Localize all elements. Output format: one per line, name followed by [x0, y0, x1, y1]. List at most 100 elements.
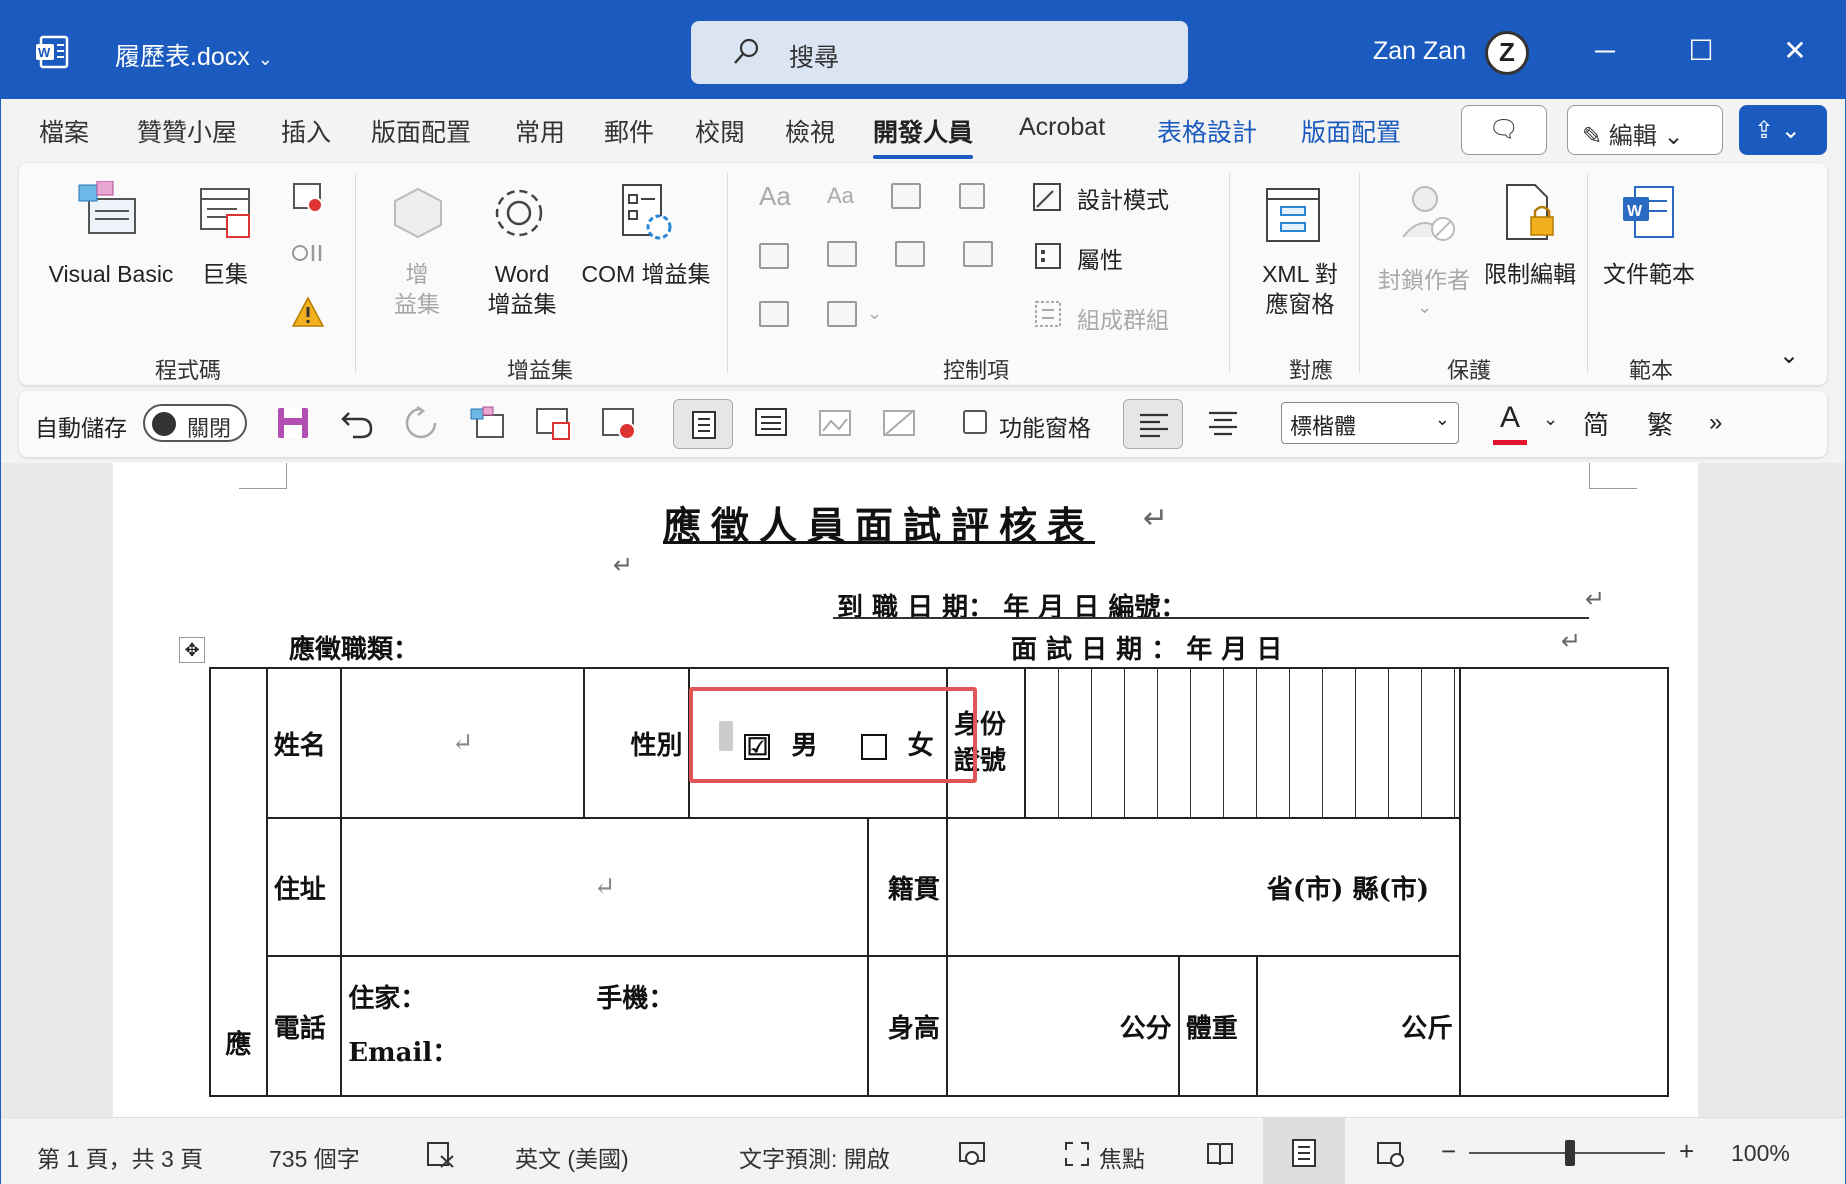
user-name[interactable]: Zan Zan [1373, 37, 1466, 66]
rich-text-control-button[interactable]: Aa [759, 181, 791, 212]
maximize-button[interactable]: ☐ [1677, 29, 1725, 73]
id-number-cells[interactable] [1024, 667, 1462, 819]
traditional-to-simplified-button[interactable]: 简 [1583, 405, 1609, 442]
building-block-control-icon[interactable] [959, 183, 985, 209]
xml-mapping-pane-button[interactable]: XML 對應窗格 [1245, 259, 1355, 319]
print-layout-status-button[interactable] [1263, 1118, 1345, 1184]
tab-review[interactable]: 校閱 [695, 113, 745, 149]
weight-value-cell[interactable]: 公斤 [1256, 955, 1462, 1097]
read-mode-icon[interactable] [1205, 1140, 1235, 1168]
zoom-level[interactable]: 100% [1731, 1140, 1790, 1167]
properties-button[interactable]: 屬性 [1077, 241, 1123, 275]
picture-control-icon[interactable] [891, 183, 921, 209]
visual-basic-qat-icon[interactable] [469, 405, 505, 441]
tab-view[interactable]: 檢視 [785, 113, 835, 149]
tab-table-design[interactable]: 表格設計 [1157, 113, 1257, 149]
tab-developer[interactable]: 開發人員 [873, 113, 974, 159]
side-label-cell[interactable]: 應 [209, 667, 268, 1097]
record-macro-icon[interactable] [291, 181, 325, 215]
repeating-section-control-icon[interactable] [759, 301, 789, 327]
print-layout-view-button[interactable] [673, 399, 733, 449]
tab-file[interactable]: 檔案 [39, 113, 89, 149]
gender-label-cell[interactable]: 性別 [582, 667, 691, 819]
web-layout-icon[interactable] [1375, 1140, 1405, 1168]
native-value-cell[interactable]: 省(市) 縣(市) [945, 817, 1462, 957]
table-move-handle-icon[interactable]: ✥ [179, 637, 205, 663]
edit-mode-button[interactable]: ✎ 編輯 ⌄ [1567, 105, 1723, 155]
weight-label-cell[interactable]: 體重 [1177, 955, 1259, 1097]
word-count[interactable]: 735 個字 [269, 1140, 360, 1174]
address-label-cell[interactable]: 住址 [265, 817, 343, 957]
more-commands-button[interactable]: » [1709, 409, 1722, 437]
language-status[interactable]: 英文 (美國) [515, 1140, 629, 1174]
visual-basic-button[interactable]: Visual Basic [41, 259, 181, 289]
date-picker-control-icon[interactable] [963, 241, 993, 267]
display-settings-icon[interactable] [957, 1140, 987, 1168]
align-left-button[interactable] [1123, 399, 1183, 449]
focus-mode-button[interactable]: 焦點 [1099, 1140, 1145, 1174]
zoom-in-button[interactable]: + [1679, 1136, 1694, 1167]
design-mode-button[interactable]: 設計模式 [1077, 181, 1169, 215]
checkbox-control-icon[interactable] [759, 243, 789, 269]
outline-view-icon[interactable] [753, 405, 789, 441]
text-prediction-status[interactable]: 文字預測: 開啟 [739, 1140, 890, 1174]
record-macro-qat-icon[interactable] [601, 405, 637, 441]
font-color-button[interactable]: A [1493, 401, 1527, 445]
comments-button[interactable]: 🗨 [1461, 105, 1547, 155]
file-name-dropdown[interactable]: 履歷表.docx ⌄ [115, 37, 273, 73]
function-pane-checkbox[interactable] [963, 410, 987, 434]
search-box[interactable]: 搜尋 [691, 21, 1188, 84]
autosave-toggle[interactable]: 關閉 [143, 404, 247, 442]
close-button[interactable]: ✕ [1771, 29, 1819, 73]
height-label-cell[interactable]: 身高 [866, 955, 948, 1097]
macros-qat-icon[interactable] [535, 405, 571, 441]
share-button[interactable]: ⇪ ⌄ [1739, 105, 1827, 155]
redo-icon[interactable] [403, 405, 439, 441]
font-name-select[interactable]: 標楷體 ⌄ [1281, 402, 1459, 444]
avatar[interactable]: Z [1485, 31, 1529, 75]
chevron-down-icon[interactable]: ⌄ [1543, 409, 1558, 430]
combo-box-control-icon[interactable] [827, 241, 857, 267]
zoom-out-button[interactable]: − [1441, 1136, 1456, 1167]
height-value-cell[interactable]: 公分 [945, 955, 1180, 1097]
ribbon-collapse-button[interactable]: ⌄ [1779, 341, 1799, 370]
block-authors-button[interactable]: 封鎖作者 [1371, 265, 1477, 295]
pause-recording-icon[interactable] [291, 241, 325, 265]
align-center-icon[interactable] [1205, 405, 1241, 441]
picture-view-icon[interactable] [817, 405, 853, 441]
proofing-icon[interactable] [425, 1140, 455, 1168]
dropdown-list-control-icon[interactable] [895, 241, 925, 267]
word-app-icon[interactable]: W [35, 35, 69, 69]
legacy-tools-icon[interactable] [827, 301, 857, 327]
address-value-cell[interactable]: ↵ [340, 817, 869, 957]
plain-text-control-button[interactable]: Aa [827, 183, 854, 209]
page-count[interactable]: 第 1 頁，共 3 頁 [37, 1140, 203, 1174]
minimize-button[interactable]: ─ [1581, 29, 1629, 73]
undo-icon[interactable] [339, 405, 375, 441]
photo-cell[interactable] [1459, 667, 1669, 1097]
picture-no-view-icon[interactable] [881, 405, 917, 441]
word-addins-button[interactable]: Word 增益集 [479, 259, 565, 319]
com-addins-button[interactable]: COM 增益集 [571, 259, 721, 289]
phone-value-cell[interactable]: 住家： 手機： Email： [340, 955, 869, 1097]
addins-button[interactable]: 增益集 [381, 259, 453, 319]
tab-zanzan[interactable]: 贊贊小屋 [137, 113, 237, 149]
name-label-cell[interactable]: 姓名 [265, 667, 343, 819]
group-button[interactable]: 組成群組 [1077, 301, 1169, 335]
native-label-cell[interactable]: 籍貫 [866, 817, 948, 957]
zoom-slider-thumb[interactable] [1565, 1140, 1575, 1166]
tab-layout[interactable]: 版面配置 [371, 113, 471, 149]
tab-insert[interactable]: 插入 [281, 113, 331, 149]
save-icon[interactable] [275, 405, 311, 441]
simplified-to-traditional-button[interactable]: 繁 [1647, 405, 1673, 442]
tab-home[interactable]: 常用 [515, 113, 565, 149]
tab-mailings[interactable]: 郵件 [604, 113, 654, 149]
name-value-cell[interactable]: ↵ [340, 667, 585, 819]
phone-label-cell[interactable]: 電話 [265, 955, 343, 1097]
restrict-editing-button[interactable]: 限制編輯 [1475, 259, 1585, 289]
macro-button[interactable]: 巨集 [183, 259, 267, 289]
tab-acrobat[interactable]: Acrobat [1019, 113, 1105, 142]
document-template-button[interactable]: 文件範本 [1599, 259, 1699, 289]
tab-table-layout[interactable]: 版面配置 [1301, 113, 1401, 149]
macro-security-icon[interactable] [291, 295, 325, 329]
